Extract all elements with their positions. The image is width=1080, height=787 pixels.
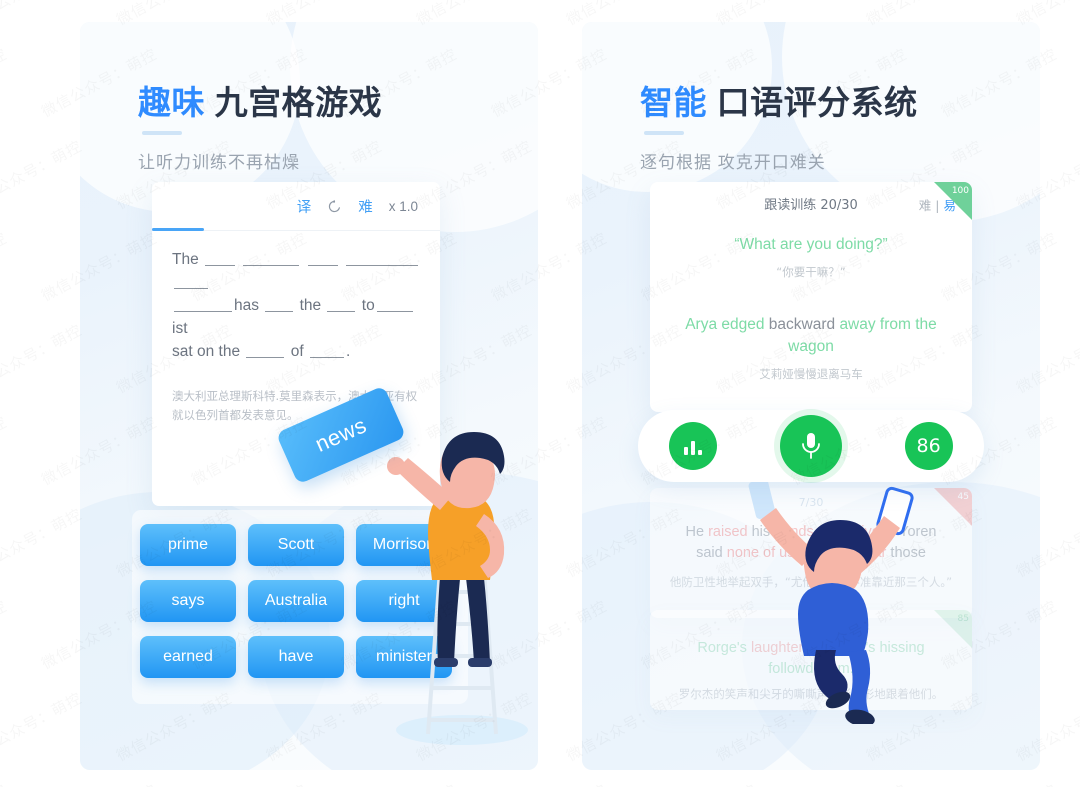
shadowing-title: 跟读训练 20/30 [764,197,858,213]
card-header: 跟读训练 20/30 难 | 易 [650,182,972,224]
watermark-text: 微信公众号：萌控 [638,779,761,787]
blank-slot[interactable] [174,299,232,312]
score-value: 45 [957,492,969,502]
jumping-person-illustration [732,474,932,727]
score-value: 85 [957,614,969,624]
watermark-text: 微信公众号：萌控 [0,779,10,787]
sentence-part-gray: backward [764,316,840,333]
translate-button[interactable]: 译 [297,196,312,217]
score-value: 86 [916,435,941,457]
blank-slot[interactable] [309,345,344,358]
watermark-text: 微信公众号：萌控 [0,135,85,214]
microphone-icon [802,433,820,459]
score-button[interactable]: 86 [904,422,953,470]
difficulty-button[interactable]: 难 [358,196,373,217]
left-panel: 趣味 九宫格游戏 让听力训练不再枯燥 译 难 x 1.0 The has the… [80,22,538,770]
watermark-text: 微信公众号：萌控 [188,779,311,787]
watermark-text: 微信公众号：萌控 [0,227,10,306]
record-button[interactable] [779,415,842,477]
blank-slot[interactable] [376,299,413,312]
sentence-part-green: Arya edged [685,316,765,333]
watermark-text: 微信公众号：萌控 [0,687,85,766]
quote-chinese: “你要干嘛？” [776,265,846,279]
blank-slot[interactable] [327,299,356,312]
bar-chart-icon [684,438,703,455]
watermark-text: 微信公众号：萌控 [338,779,461,787]
quiz-toolbar: 译 难 x 1.0 [152,182,440,230]
score-value: 100 [951,186,969,196]
watermark-text: 微信公众号：萌控 [0,43,10,122]
right-title-rest: 口语评分系统 [716,84,918,121]
blank-slot[interactable] [174,276,208,289]
title-underline [142,130,182,135]
refresh-icon[interactable] [327,199,342,214]
quote-english: “What are you doing?” [734,236,888,253]
right-page-title: 智能 口语评分系统 [640,84,918,122]
watermark-text: 微信公众号：萌控 [0,411,10,490]
right-heading-block: 智能 口语评分系统 逐句根据 攻克开口难关 [640,84,918,173]
jumping-person-graphic [748,478,914,727]
sentence-chinese: 艾莉娅慢慢退离马车 [759,367,863,381]
title-underline [644,130,684,135]
word-tile[interactable]: prime [140,524,236,566]
watermark-text: 微信公众号：萌控 [788,779,911,787]
blank-slot[interactable] [307,253,338,266]
watermark-text: 微信公众号：萌控 [938,779,1061,787]
left-title-accent: 趣味 [138,84,205,121]
watermark-text: 微信公众号：萌控 [0,595,10,674]
fill-blank-sentence: The has the toist sat on the of . [152,230,440,363]
blank-slot[interactable] [205,253,236,266]
sentence-english: Arya edged backward away from the wagon [650,304,972,358]
left-title-rest: 九宫格游戏 [214,84,383,121]
watermark-text: 微信公众号：萌控 [0,503,85,582]
difficulty-hard[interactable]: 难 [919,198,932,213]
left-page-title: 趣味 九宫格游戏 [138,84,382,122]
ladder-illustration: news [270,382,538,770]
watermark-text: 微信公众号：萌控 [38,779,161,787]
sentence-part-plain: He [685,524,709,540]
watermark-text: 微信公众号：萌控 [0,0,85,30]
left-heading-block: 趣味 九宫格游戏 让听力训练不再枯燥 [138,84,382,173]
blank-slot[interactable] [345,253,418,266]
shadowing-card-current: 跟读训练 20/30 难 | 易 100 “What are you doing… [650,182,972,412]
right-subtitle: 逐句根据 攻克开口难关 [640,152,826,172]
speed-button[interactable]: x 1.0 [389,199,418,214]
blank-prefix: The [172,251,199,268]
left-subtitle: 让听力训练不再枯燥 [138,152,300,172]
action-button-bar: 86 [638,410,984,482]
blank-slot[interactable] [243,253,300,266]
blank-slot[interactable] [246,345,285,358]
blank-slot[interactable] [265,299,294,312]
right-title-accent: 智能 [640,84,707,121]
progress-bar [152,228,204,231]
analyze-button[interactable] [669,422,718,470]
watermark-text: 微信公众号：萌控 [0,319,85,398]
word-tile[interactable]: says [140,580,236,622]
watermark-text: 微信公众号：萌控 [488,779,611,787]
word-tile[interactable]: earned [140,636,236,678]
right-panel: 智能 口语评分系统 逐句根据 攻克开口难关 跟读训练 20/30 难 | 易 1… [582,22,1040,770]
